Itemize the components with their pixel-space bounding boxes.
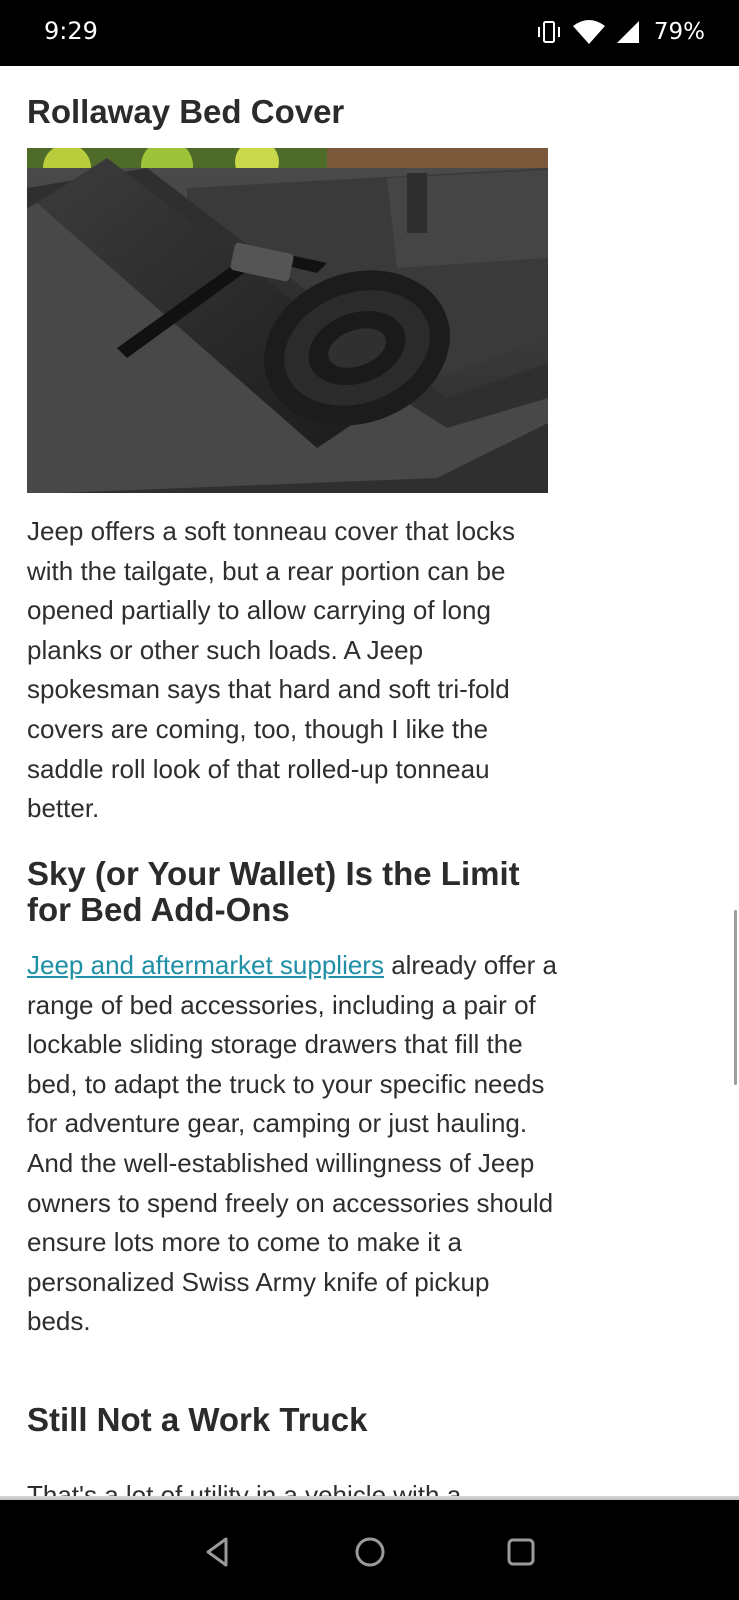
section-heading-bed-addons: Sky (or Your Wallet) Is the Limit for Be… <box>27 855 520 928</box>
status-icons: 79% <box>536 15 705 49</box>
tonneau-cover-image <box>27 148 548 493</box>
home-icon[interactable] <box>352 1534 388 1570</box>
back-icon[interactable] <box>200 1534 236 1570</box>
section-heading-work-truck: Still Not a Work Truck <box>27 1401 368 1438</box>
recents-icon[interactable] <box>503 1534 539 1570</box>
paragraph-accessories-text: already offer a range of bed accessories… <box>27 950 557 1337</box>
article-image[interactable] <box>27 148 548 493</box>
signal-icon <box>616 21 639 43</box>
wifi-icon <box>572 20 605 44</box>
navigation-bar <box>0 1500 739 1600</box>
suppliers-link[interactable]: Jeep and aftermarket suppliers <box>27 950 384 980</box>
section-heading-rollaway: Rollaway Bed Cover <box>27 93 345 130</box>
status-bar: 9:29 79% <box>0 0 739 66</box>
scrollbar[interactable] <box>734 910 737 1085</box>
vibrate-icon <box>537 21 560 43</box>
paragraph-tonneau: Jeep offers a soft tonneau cover that lo… <box>27 516 516 824</box>
battery-level: 79% <box>653 19 705 45</box>
status-time: 9:29 <box>44 17 98 45</box>
paragraph-accessories: Jeep and aftermarket suppliers already o… <box>27 946 557 1342</box>
